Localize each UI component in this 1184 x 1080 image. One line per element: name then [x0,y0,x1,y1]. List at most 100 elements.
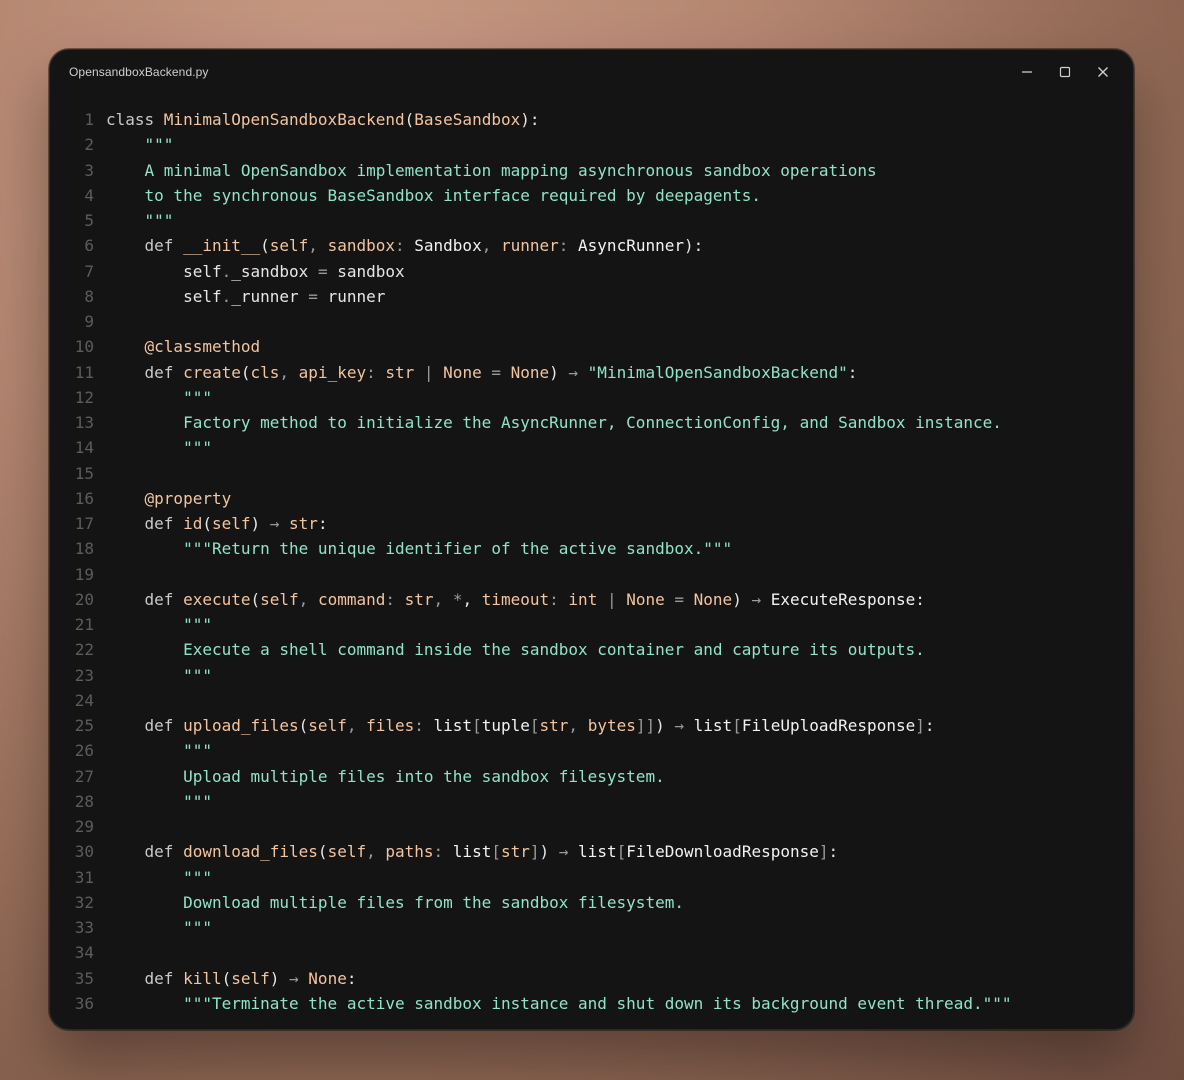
line-number: 29 [74,817,94,836]
code-line[interactable]: 10 @classmethod [50,334,1133,359]
code-token: """ [106,387,212,407]
code-line[interactable]: 20 def execute(self, command: str, *, ti… [50,587,1133,612]
code-line[interactable]: 32 Download multiple files from the sand… [50,890,1133,915]
code-text: """ [106,132,174,157]
line-number: 10 [74,337,94,357]
code-token: [ [616,842,627,862]
code-token: : [366,362,386,382]
code-text: @property [106,486,232,511]
line-number: 35 [74,968,94,988]
code-text: """ [106,789,212,814]
code-line[interactable]: 3 A minimal OpenSandbox implementation m… [50,158,1133,183]
code-token: _runner [231,286,309,306]
code-line[interactable]: 6 def __init__(self, sandbox: Sandbox, r… [50,233,1133,258]
code-text: Factory method to initialize the AsyncRu… [106,410,1002,435]
code-token: ( [298,716,309,735]
code-line[interactable]: 21 """ [50,612,1133,637]
code-line[interactable]: 15 [50,461,1133,486]
code-line[interactable]: 17 def id(self) → str: [50,511,1133,536]
code-line[interactable]: 29 [50,814,1133,839]
code-token: MinimalOpenSandboxBackend [163,110,405,129]
code-token: ) [269,968,290,988]
code-token: → [751,589,771,609]
code-line[interactable]: 12 """ [50,385,1133,410]
code-line[interactable]: 33 """ [50,915,1133,940]
maximize-icon[interactable] [1053,60,1077,84]
code-token: ExecuteResponse [770,589,916,609]
code-line[interactable]: 16 @property [50,486,1133,511]
line-number: 17 [74,514,94,533]
code-line[interactable]: 24 [50,688,1133,713]
code-token: None [510,362,550,382]
code-token: """Return the unique identifier of the a… [106,539,733,559]
code-line[interactable]: 4 to the synchronous BaseSandbox interfa… [50,183,1133,208]
line-number: 23 [74,665,94,685]
code-token: self [269,236,309,256]
line-number: 32 [74,892,94,912]
code-token: class [106,110,164,129]
code-text: def create(cls, api_key: str | None = No… [106,360,858,385]
code-token: list [578,842,617,862]
code-text: def __init__(self, sandbox: Sandbox, run… [106,233,704,258]
code-token: ( [317,842,328,862]
code-token: . [221,286,232,306]
line-number: 2 [84,135,94,155]
code-token: str [289,514,318,533]
code-token: """ [106,438,212,458]
code-token: ] [529,842,540,862]
code-line[interactable]: 27 Upload multiple files into the sandbo… [50,764,1133,789]
code-editor[interactable]: 1 class MinimalOpenSandboxBackend(BaseSan… [50,107,1133,1016]
code-token: """ [106,615,212,634]
code-line[interactable]: 11 def create(cls, api_key: str | None =… [50,360,1133,385]
code-text: """ [106,865,212,890]
code-token: : [924,716,935,735]
code-token: , [462,589,482,609]
code-token: def [106,842,184,862]
line-number: 8 [84,286,94,306]
code-line[interactable]: 30 def download_files(self, paths: list[… [50,839,1133,864]
code-line[interactable]: 18 """Return the unique identifier of th… [50,536,1133,561]
code-line[interactable]: 13 Factory method to initialize the Asyn… [50,410,1133,435]
code-line[interactable]: 36 """Terminate the active sandbox insta… [50,991,1133,1016]
code-line[interactable]: 8 self._runner = runner [50,284,1133,309]
code-line[interactable]: 34 [50,940,1133,965]
code-token: download_files [183,842,318,862]
line-number: 6 [84,236,94,256]
code-text: """Terminate the active sandbox instance… [106,991,1011,1016]
code-token: [ [529,716,540,735]
code-token: Factory method to initialize the AsyncRu… [106,413,1002,432]
code-token: [ [491,842,501,862]
code-token: None [443,362,492,382]
code-token: timeout [481,589,550,609]
code-line[interactable]: 2 """ [50,132,1133,157]
code-line[interactable]: 19 [50,562,1133,587]
title-bar[interactable]: OpensandboxBackend.py [50,50,1133,94]
code-token: None [308,968,347,988]
minimize-icon[interactable] [1015,60,1039,84]
code-token: bytes [587,716,636,735]
line-number: 27 [74,766,94,786]
code-line[interactable]: 14 """ [50,435,1133,460]
line-number: 18 [74,539,94,559]
code-token: → [568,362,588,382]
code-line[interactable]: 28 """ [50,789,1133,814]
code-line[interactable]: 31 """ [50,865,1133,890]
code-line[interactable]: 9 [50,309,1133,334]
code-token: api_key [298,362,367,382]
code-line[interactable]: 7 self._sandbox = sandbox [50,259,1133,284]
code-line[interactable]: 25 def upload_files(self, files: list[tu… [50,713,1133,738]
code-token: = [308,286,328,306]
code-line[interactable]: 1 class MinimalOpenSandboxBackend(BaseSan… [50,107,1133,132]
close-icon[interactable] [1091,60,1115,84]
code-line[interactable]: 35 def kill(self) → None: [50,966,1133,991]
code-text: """ [106,208,174,233]
code-token: def [106,589,184,609]
code-token: self [231,968,270,988]
code-token: self [106,286,222,306]
code-token: , [568,716,588,735]
code-line[interactable]: 5 """ [50,208,1133,233]
code-token: : [558,236,579,256]
code-line[interactable]: 22 Execute a shell command inside the sa… [50,637,1133,662]
code-line[interactable]: 23 """ [50,663,1133,688]
code-line[interactable]: 26 """ [50,738,1133,763]
